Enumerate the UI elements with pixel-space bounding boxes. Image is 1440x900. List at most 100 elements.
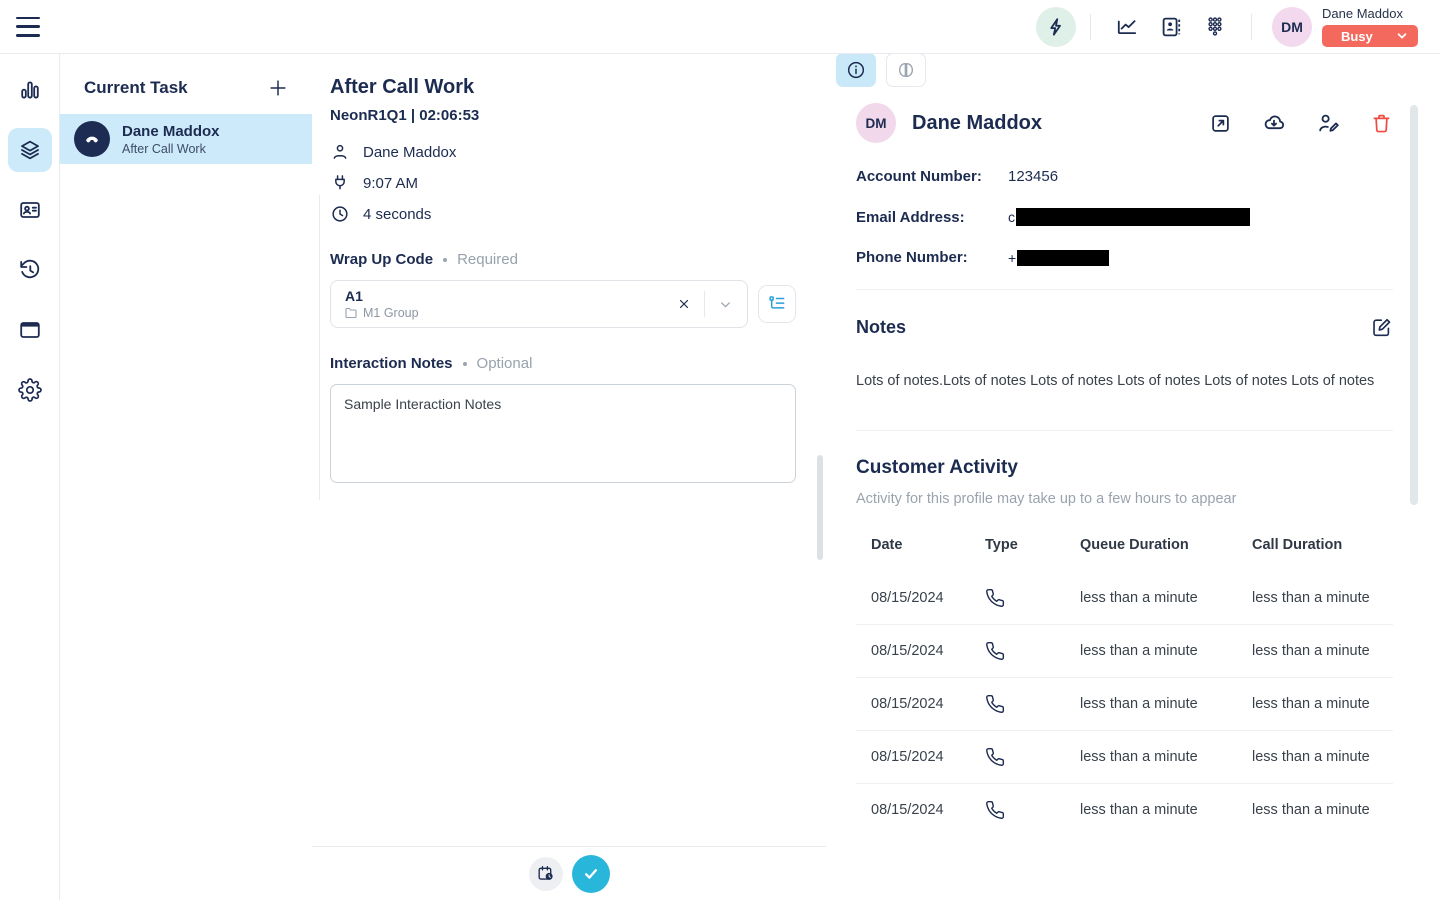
analytics-button[interactable] — [1112, 12, 1142, 42]
edit-notes-button[interactable] — [1370, 316, 1393, 339]
wrap-up-group-row: M1 Group — [345, 306, 670, 320]
gear-icon — [18, 378, 42, 402]
user-avatar[interactable]: DM — [1272, 7, 1312, 47]
task-panel-header: Current Task — [60, 54, 312, 114]
column-header-queue-duration: Queue Duration — [1080, 531, 1252, 572]
status-dropdown[interactable]: Busy — [1322, 25, 1418, 47]
history-clock-icon — [18, 258, 42, 282]
account-number-label: Account Number: — [856, 168, 1008, 185]
wrap-up-label-row: Wrap Up Code Required — [330, 251, 796, 268]
edit-contact-icon — [1316, 111, 1340, 135]
table-row[interactable]: 08/15/2024 less than a minute less than … — [856, 784, 1393, 837]
open-profile-external-button[interactable] — [1209, 112, 1232, 135]
sidebar-item-settings[interactable] — [8, 368, 52, 412]
sidebar-item-contacts[interactable] — [8, 188, 52, 232]
meta-duration-row: 4 seconds — [330, 204, 796, 224]
notes-text: Lots of notes.Lots of notes Lots of note… — [856, 371, 1393, 392]
panel-resizer[interactable] — [319, 195, 320, 500]
download-profile-button[interactable] — [1262, 111, 1286, 135]
tab-profile-info[interactable] — [836, 53, 876, 87]
sidebar-item-history[interactable] — [8, 248, 52, 292]
edit-contact-button[interactable] — [1316, 111, 1340, 135]
quick-actions-button[interactable] — [1036, 7, 1076, 47]
call-type-phone-icon — [985, 588, 1080, 608]
after-call-work-panel: After Call Work NeonR1Q1 | 02:06:53 Dane… — [312, 54, 826, 900]
table-row[interactable]: 08/15/2024 less than a minute less than … — [856, 572, 1393, 625]
topbar: DM Dane Maddox Busy — [0, 0, 1440, 54]
queue-name: NeonR1Q1 — [330, 107, 407, 124]
column-header-call-duration: Call Duration — [1252, 531, 1393, 572]
activity-header-row: Date Type Queue Duration Call Duration — [856, 531, 1393, 572]
meta-duration: 4 seconds — [363, 206, 431, 223]
email-address-label: Email Address: — [856, 209, 1008, 226]
delete-profile-button[interactable] — [1370, 112, 1393, 135]
brain-icon — [896, 60, 916, 80]
dialpad-icon — [1203, 15, 1227, 39]
acw-title: After Call Work — [330, 76, 796, 99]
task-list-item[interactable]: Dane Maddox After Call Work — [60, 114, 312, 164]
acw-footer — [312, 846, 826, 900]
task-texts: Dane Maddox After Call Work — [122, 123, 220, 156]
profile-actions — [1209, 111, 1393, 135]
line-chart-icon — [1115, 15, 1139, 39]
call-type-phone-icon — [985, 694, 1080, 714]
flash-icon — [1045, 16, 1067, 38]
meta-start-time: 9:07 AM — [363, 175, 418, 192]
layers-icon — [18, 138, 42, 162]
column-header-type: Type — [985, 531, 1080, 572]
user-name: Dane Maddox — [1322, 6, 1418, 21]
phone-number-row: Phone Number: + — [856, 249, 1393, 266]
section-divider — [856, 289, 1393, 290]
wrap-up-code-label: Wrap Up Code — [330, 251, 433, 268]
wrap-up-select-row: A1 M1 Group — [330, 280, 796, 328]
sidebar-item-tasks[interactable] — [8, 128, 52, 172]
activity-date: 08/15/2024 — [856, 572, 985, 625]
notes-title: Notes — [856, 317, 906, 338]
person-icon — [330, 142, 350, 162]
acw-scrollbar-thumb[interactable] — [817, 455, 823, 560]
add-task-button[interactable] — [266, 76, 290, 100]
acw-subtitle: NeonR1Q1 | 02:06:53 — [330, 107, 796, 124]
table-row[interactable]: 08/15/2024 less than a minute less than … — [856, 731, 1393, 784]
wrap-up-code-select[interactable]: A1 M1 Group — [330, 280, 748, 328]
table-row[interactable]: 08/15/2024 less than a minute less than … — [856, 625, 1393, 678]
activity-queue-duration: less than a minute — [1080, 678, 1252, 731]
tree-list-icon — [767, 294, 787, 314]
browse-code-tree-button[interactable] — [758, 285, 796, 323]
open-external-icon — [1209, 112, 1232, 135]
open-dropdown-button[interactable] — [711, 290, 739, 318]
nav-rail — [0, 54, 60, 900]
interaction-notes-input[interactable] — [330, 384, 796, 483]
task-contact-name: Dane Maddox — [122, 123, 220, 140]
acw-meta-list: Dane Maddox 9:07 AM 4 seconds — [330, 142, 796, 224]
profile-tabs — [826, 53, 1440, 87]
activity-call-duration: less than a minute — [1252, 678, 1393, 731]
topbar-divider — [1251, 14, 1252, 40]
directory-button[interactable] — [1156, 12, 1186, 42]
dialpad-button[interactable] — [1200, 12, 1230, 42]
schedule-callback-button[interactable] — [529, 857, 563, 891]
activity-date: 08/15/2024 — [856, 625, 985, 678]
plug-icon — [330, 173, 350, 193]
activity-queue-duration: less than a minute — [1080, 731, 1252, 784]
sidebar-item-windows[interactable] — [8, 308, 52, 352]
tab-profile-insights[interactable] — [886, 53, 926, 87]
check-icon — [582, 865, 600, 883]
wrap-up-selected-value: A1 M1 Group — [345, 288, 670, 320]
sidebar-item-reports[interactable] — [8, 68, 52, 112]
clear-selection-button[interactable] — [670, 290, 698, 318]
plus-icon — [267, 77, 289, 99]
meta-contact-name: Dane Maddox — [363, 144, 456, 161]
account-number-row: Account Number: 123456 — [856, 168, 1393, 185]
task-panel-title: Current Task — [84, 78, 188, 98]
optional-label: Optional — [477, 355, 533, 372]
meta-contact-row: Dane Maddox — [330, 142, 796, 162]
table-row[interactable]: 08/15/2024 less than a minute less than … — [856, 678, 1393, 731]
activity-queue-duration: less than a minute — [1080, 784, 1252, 837]
chevron-down-icon — [1396, 30, 1408, 42]
hamburger-menu-button[interactable] — [16, 17, 42, 37]
acw-timer: 02:06:53 — [419, 107, 479, 124]
profile-body: DM Dane Maddox — [826, 103, 1440, 836]
complete-task-button[interactable] — [572, 855, 610, 893]
profile-scrollbar-thumb[interactable] — [1410, 105, 1418, 505]
